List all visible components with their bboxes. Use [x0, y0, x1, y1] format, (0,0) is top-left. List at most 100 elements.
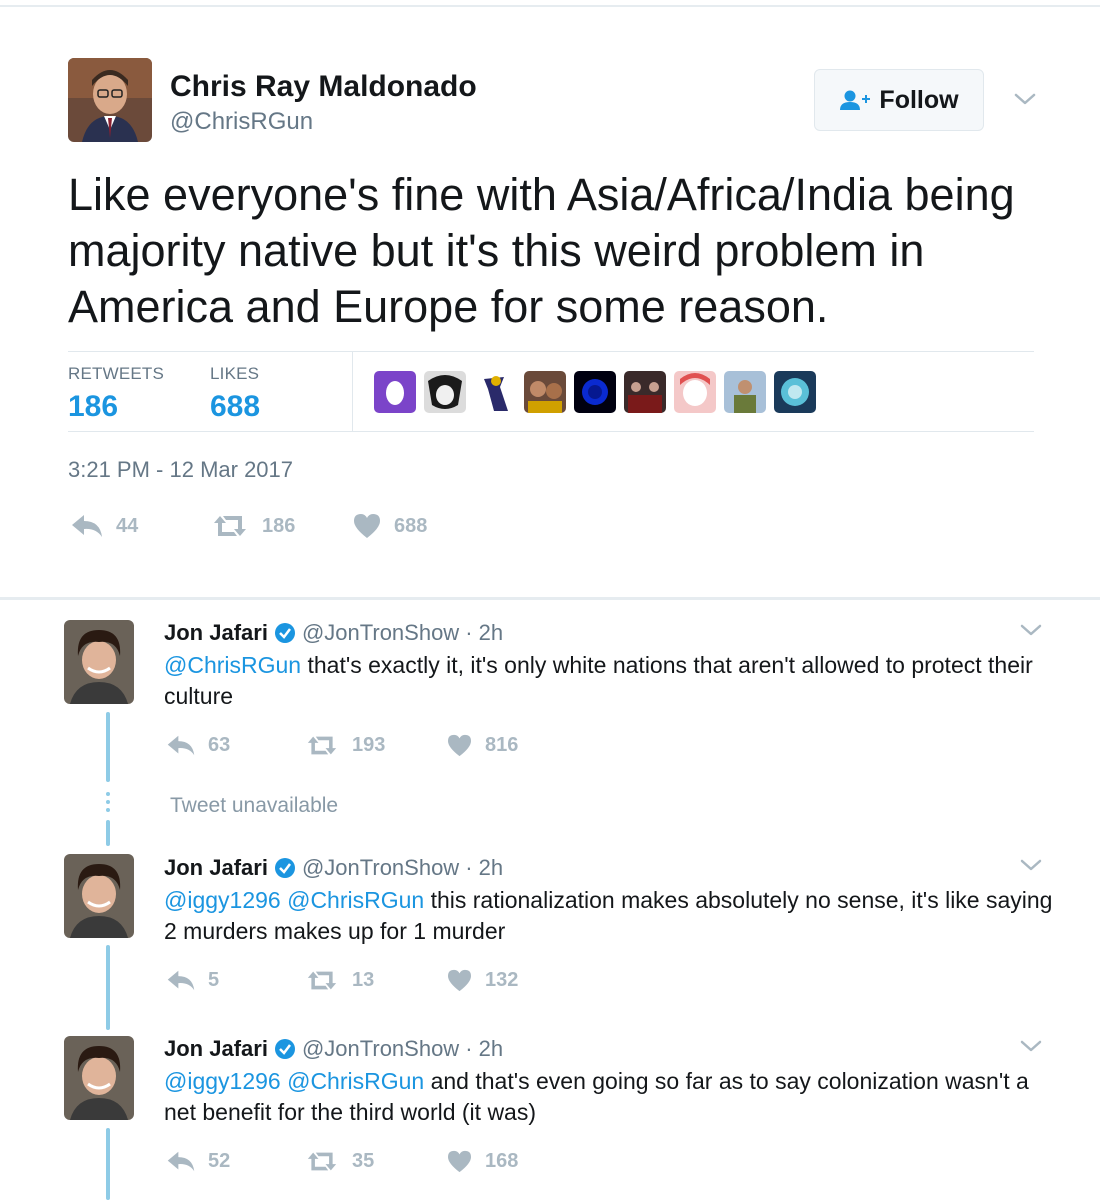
author-name[interactable]: Chris Ray Maldonado — [170, 70, 477, 104]
like-count: 132 — [485, 969, 519, 991]
reply-time[interactable]: · 2h — [465, 1036, 503, 1062]
liker-avatar[interactable] — [774, 371, 816, 413]
reply-mentions[interactable]: @iggy1296 @ChrisRGun — [164, 1068, 424, 1094]
section-divider — [0, 597, 1100, 600]
reply-action[interactable]: 44 — [70, 513, 138, 539]
reply-count: 5 — [208, 969, 220, 991]
heart-icon — [448, 734, 471, 757]
reply-text: @iggy1296 @ChrisRGun this rationalizatio… — [164, 885, 1054, 947]
reply-text: @iggy1296 @ChrisRGun and that's even goi… — [164, 1066, 1054, 1128]
liker-avatar[interactable] — [624, 371, 666, 413]
reply-count: 63 — [208, 734, 231, 756]
liker-avatar[interactable] — [674, 371, 716, 413]
reply-icon — [72, 515, 102, 537]
reply-header: Jon Jafari @JonTronShow · 2h — [164, 855, 503, 881]
retweets-count: 186 — [68, 390, 119, 423]
liker-avatar[interactable] — [474, 371, 516, 413]
thread-dot — [106, 800, 110, 804]
reply-time[interactable]: · 2h — [465, 855, 503, 881]
likes-label: LIKES — [210, 364, 260, 383]
stats-top-divider — [68, 351, 1034, 352]
heart-icon — [354, 514, 380, 538]
retweet-count: 186 — [262, 514, 296, 537]
retweet-count: 13 — [352, 969, 375, 991]
liker-avatar[interactable] — [374, 371, 416, 413]
reply-header: Jon Jafari @JonTronShow · 2h — [164, 620, 503, 646]
retweet-icon — [307, 1152, 337, 1171]
reply-icon — [167, 735, 195, 756]
like-action[interactable]: 688 — [352, 513, 427, 539]
retweets-stat[interactable]: RETWEETS 186 — [68, 364, 164, 424]
liker-avatar[interactable] — [574, 371, 616, 413]
thread-line — [106, 820, 110, 846]
retweet-icon — [214, 516, 246, 536]
reply-text: @ChrisRGun that's exactly it, it's only … — [164, 650, 1054, 712]
reply-icon — [167, 1151, 195, 1172]
tweet-timestamp[interactable]: 3:21 PM - 12 Mar 2017 — [68, 457, 293, 483]
like-action[interactable]: 168 — [446, 1150, 518, 1173]
liker-avatar[interactable] — [724, 371, 766, 413]
like-count: 816 — [485, 734, 519, 756]
tweet-unavailable: Tweet unavailable — [170, 794, 339, 817]
thread-dot — [106, 792, 110, 796]
retweet-count: 193 — [352, 734, 386, 756]
verified-badge-icon — [274, 1039, 295, 1059]
stats-bottom-divider — [68, 431, 1034, 432]
heart-icon — [448, 1150, 471, 1173]
reply-time[interactable]: · 2h — [465, 620, 503, 646]
verified-badge-icon — [274, 623, 295, 643]
avatar[interactable] — [64, 854, 134, 938]
retweet-action[interactable]: 35 — [304, 1150, 374, 1173]
likes-stat[interactable]: LIKES 688 — [210, 364, 260, 424]
chevron-down-icon[interactable] — [1020, 1039, 1042, 1053]
retweet-count: 35 — [352, 1150, 375, 1172]
liker-avatars — [374, 371, 816, 413]
like-count: 688 — [394, 514, 428, 537]
like-count: 168 — [485, 1150, 519, 1172]
like-action[interactable]: 816 — [446, 734, 518, 757]
follow-button[interactable]: Follow — [814, 69, 984, 131]
follow-label: Follow — [879, 85, 959, 114]
retweet-action[interactable]: 186 — [210, 513, 295, 539]
avatar[interactable] — [68, 58, 152, 142]
retweet-icon — [307, 736, 337, 755]
retweet-action[interactable]: 193 — [304, 734, 385, 757]
reply-header: Jon Jafari @JonTronShow · 2h — [164, 1036, 503, 1062]
reply-mentions[interactable]: @ChrisRGun — [164, 652, 301, 678]
reply-author-name[interactable]: Jon Jafari — [164, 855, 268, 881]
avatar[interactable] — [64, 1036, 134, 1120]
retweet-action[interactable]: 13 — [304, 969, 374, 992]
thread-line — [106, 712, 110, 782]
thread-dot — [106, 808, 110, 812]
reply-author-name[interactable]: Jon Jafari — [164, 1036, 268, 1062]
like-action[interactable]: 132 — [446, 969, 518, 992]
reply-count: 52 — [208, 1150, 231, 1172]
author-handle[interactable]: @ChrisRGun — [170, 108, 313, 136]
reply-author-handle[interactable]: @JonTronShow — [302, 855, 459, 881]
heart-icon — [448, 969, 471, 992]
chevron-down-icon[interactable] — [1020, 858, 1042, 872]
retweets-label: RETWEETS — [68, 364, 165, 383]
tweet-text: Like everyone's fine with Asia/Africa/In… — [68, 169, 1015, 332]
thread-line — [106, 1128, 110, 1200]
verified-badge-icon — [274, 858, 295, 878]
reply-author-name[interactable]: Jon Jafari — [164, 620, 268, 646]
avatar[interactable] — [64, 620, 134, 704]
reply-icon — [167, 970, 195, 991]
reply-author-handle[interactable]: @JonTronShow — [302, 1036, 459, 1062]
add-user-icon — [840, 90, 871, 110]
reply-count: 44 — [116, 514, 139, 537]
stats-divider — [352, 352, 353, 432]
reply-action[interactable]: 52 — [166, 1150, 230, 1173]
likes-count: 688 — [210, 390, 261, 423]
liker-avatar[interactable] — [524, 371, 566, 413]
reply-author-handle[interactable]: @JonTronShow — [302, 620, 459, 646]
reply-mentions[interactable]: @iggy1296 @ChrisRGun — [164, 887, 424, 913]
reply-action[interactable]: 5 — [166, 969, 219, 992]
main-tweet: Chris Ray Maldonado @ChrisRGun Follow Li… — [0, 0, 1100, 597]
liker-avatar[interactable] — [424, 371, 466, 413]
reply-action[interactable]: 63 — [166, 734, 230, 757]
chevron-down-icon[interactable] — [1020, 623, 1042, 637]
retweet-icon — [307, 971, 337, 990]
chevron-down-icon[interactable] — [1014, 92, 1036, 106]
